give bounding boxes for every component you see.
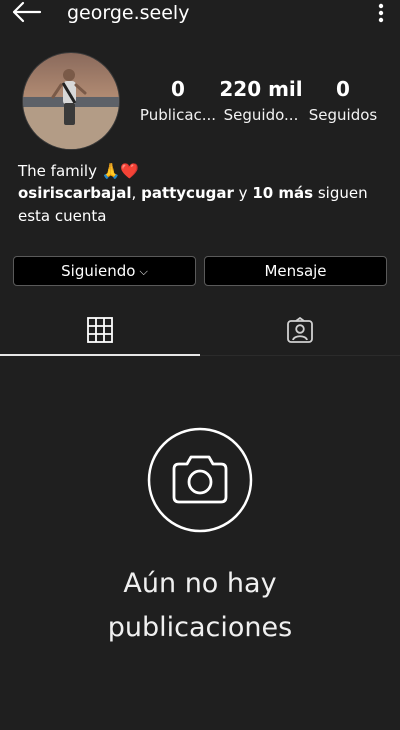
followed-by-conj: y — [233, 184, 253, 202]
profile-username: george.seely — [67, 2, 190, 24]
followed-by-text[interactable]: osiriscarbajal, pattycugar y 10 más sigu… — [18, 182, 388, 228]
camera-icon — [147, 427, 253, 533]
following-button[interactable]: Siguiendo ⌵ — [13, 256, 196, 286]
chevron-down-icon: ⌵ — [139, 265, 148, 278]
stat-posts-value: 0 — [171, 77, 185, 101]
message-button-label: Mensaje — [264, 262, 327, 280]
stat-followers[interactable]: 220 mil Seguido... — [217, 76, 305, 128]
following-button-label: Siguiendo — [61, 262, 136, 280]
message-button[interactable]: Mensaje — [204, 256, 387, 286]
more-options-icon[interactable] — [376, 2, 386, 24]
followed-by-more[interactable]: 10 más — [252, 184, 313, 202]
bottom-nav-peek — [0, 722, 400, 730]
stat-following[interactable]: 0 Seguidos — [299, 76, 387, 128]
stat-posts-label: Publicac... — [139, 106, 217, 124]
avatar-photo — [23, 53, 119, 149]
stat-following-label: Seguidos — [308, 106, 378, 124]
profile-avatar[interactable] — [22, 52, 120, 150]
tab-posts-grid[interactable] — [0, 305, 200, 356]
tab-tagged[interactable] — [200, 305, 400, 355]
tagged-person-icon — [287, 317, 313, 343]
stat-followers-label: Seguido... — [223, 106, 299, 124]
followed-by-user1[interactable]: osiriscarbajal — [18, 184, 132, 202]
empty-state-message: Aún no hay publicaciones — [50, 562, 350, 650]
profile-tabs — [0, 305, 400, 356]
stat-posts[interactable]: 0 Publicac... — [134, 76, 222, 128]
empty-state-line2: publicaciones — [107, 612, 293, 643]
top-bar: george.seely — [0, 0, 400, 30]
followed-by-user2[interactable]: pattycugar — [141, 184, 234, 202]
profile-bio: The family 🙏❤️ — [18, 162, 140, 180]
followed-by-separator: , — [131, 184, 142, 202]
stat-followers-value: 220 mil — [219, 77, 303, 101]
back-arrow-icon[interactable] — [10, 0, 44, 26]
grid-icon — [87, 317, 113, 343]
empty-state-line1: Aún no hay — [123, 568, 277, 599]
stat-following-value: 0 — [336, 77, 350, 101]
